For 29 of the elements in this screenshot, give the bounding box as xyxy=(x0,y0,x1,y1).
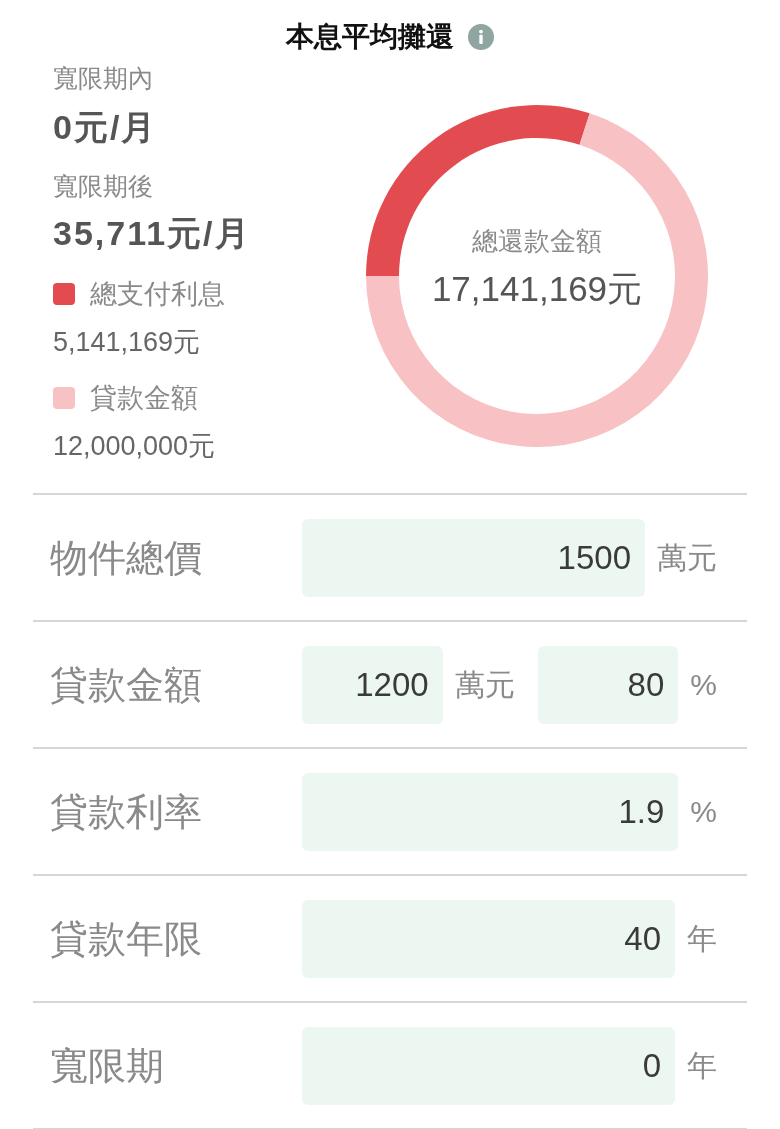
input-field[interactable]: 1200 xyxy=(302,645,443,724)
unit-label: 萬元 xyxy=(454,666,515,703)
input-field[interactable]: 1.9 xyxy=(302,772,679,851)
page-title: 本息平均攤還 xyxy=(286,20,454,54)
legend-amount: 12,000,000元 xyxy=(53,430,216,463)
input-field[interactable]: 1500 xyxy=(302,518,645,597)
field-label: 貸款年限 xyxy=(50,916,203,962)
info-icon[interactable] xyxy=(468,24,494,50)
field-label: 貸款金額 xyxy=(50,662,203,708)
input-field[interactable]: 80 xyxy=(537,645,679,724)
field-label: 貸款利率 xyxy=(50,789,203,835)
unit-label: % xyxy=(690,666,717,703)
summary-label: 寬限期內 xyxy=(53,63,153,93)
unit-label: 萬元 xyxy=(657,539,717,576)
field-label: 物件總價 xyxy=(50,535,203,581)
unit-label: 年 xyxy=(687,920,717,957)
input-field[interactable]: 40 xyxy=(302,899,675,978)
legend-label: 貸款金額 xyxy=(90,382,198,415)
total-amount: 17,141,169元 xyxy=(431,268,643,310)
unit-label: 年 xyxy=(687,1047,717,1084)
legend-label: 總支付利息 xyxy=(90,278,225,311)
monthly-payment: 0元/月 xyxy=(53,107,158,148)
input-field[interactable]: 0 xyxy=(302,1026,675,1105)
total-label: 總還款金額 xyxy=(472,225,602,257)
summary-label: 寬限期後 xyxy=(53,171,153,201)
unit-label: % xyxy=(690,793,717,830)
field-label: 寬限期 xyxy=(50,1043,165,1089)
legend-amount: 5,141,169元 xyxy=(53,326,201,359)
monthly-payment: 35,711元/月 xyxy=(53,213,251,254)
